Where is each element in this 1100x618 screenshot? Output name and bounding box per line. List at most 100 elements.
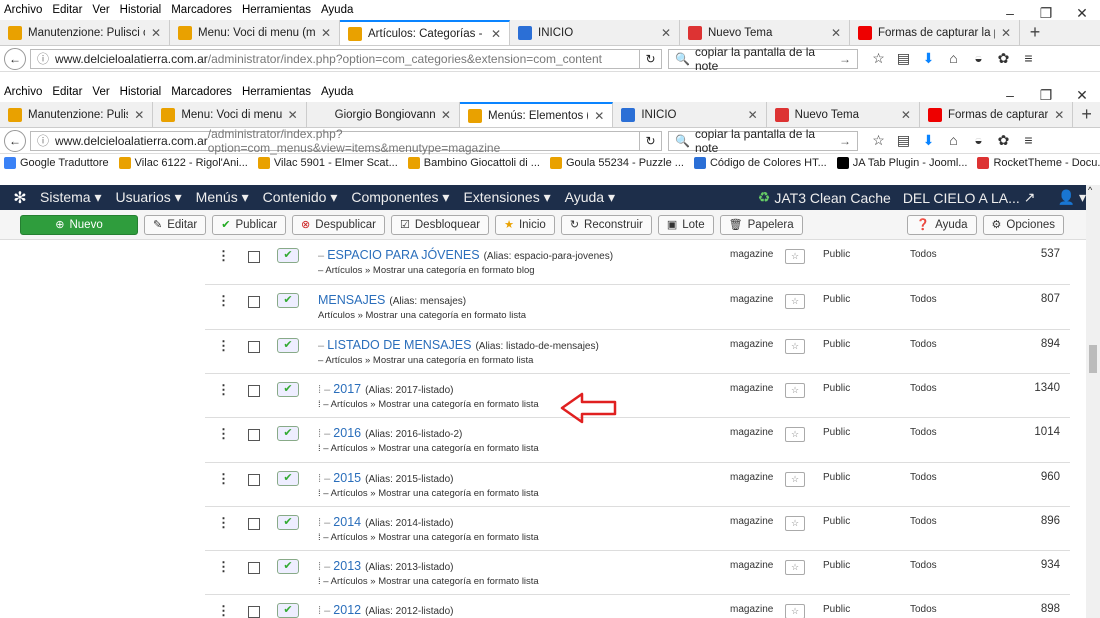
outer-search-field[interactable]: 🔍 copiar la pantalla de la note → (668, 45, 858, 73)
menubar-item[interactable]: Archivo (4, 4, 42, 16)
row-checkbox[interactable] (248, 562, 260, 575)
home-star-icon[interactable]: ☆ (785, 427, 805, 443)
admin-menu-item[interactable]: Usuarios ▾ (116, 189, 182, 206)
browser-tab[interactable]: INICIO ✕ (510, 20, 680, 45)
published-toggle-icon[interactable]: ✔ (277, 559, 299, 575)
bookmark-item[interactable]: Código de Colores HT... (693, 157, 827, 169)
help-button[interactable]: ❓ Ayuda (907, 214, 977, 235)
browser-tab[interactable]: Formas de capturar la... ✕ (920, 102, 1074, 127)
published-toggle-icon[interactable]: ✔ (277, 381, 299, 397)
browser-tab[interactable]: Formas de capturar la pan... ✕ (850, 20, 1020, 45)
home-star-icon[interactable]: ☆ (785, 382, 805, 398)
menubar-item[interactable]: Historial (120, 4, 162, 16)
published-toggle-icon[interactable]: ✔ (277, 514, 299, 530)
browser-tab[interactable]: Menús: Elementos (... ✕ (459, 102, 614, 127)
download-icon[interactable]: ⬇ (916, 50, 941, 67)
reload-icon[interactable]: ↻ (640, 130, 662, 151)
tab-close-icon[interactable]: ✕ (491, 27, 501, 41)
tab-close-icon[interactable]: ✕ (1054, 108, 1064, 122)
drag-handle-icon[interactable]: ⋮ (217, 426, 230, 442)
published-toggle-icon[interactable]: ✔ (277, 293, 299, 309)
menubar-item[interactable]: Ver (92, 86, 109, 98)
inner-search-field[interactable]: 🔍 copiar la pantalla de la note → (668, 127, 858, 155)
tab-close-icon[interactable]: ✕ (1001, 26, 1011, 40)
row-checkbox[interactable] (248, 429, 260, 442)
home-star-icon[interactable]: ☆ (785, 249, 805, 264)
unpublish-button[interactable]: ⊗ Despublicar (292, 214, 385, 235)
browser-tab[interactable]: Manutenzione: Pulisc... ✕ (0, 102, 154, 127)
menubar-item[interactable]: Editar (52, 4, 82, 16)
user-icon[interactable]: 👤 (1058, 189, 1075, 206)
row-title-link[interactable]: ESPACIO PARA JÓVENES (327, 248, 479, 262)
menubar-item[interactable]: Marcadores (171, 86, 232, 98)
batch-button[interactable]: ▣ Lote (657, 214, 714, 235)
admin-menu-item[interactable]: Sistema ▾ (40, 189, 102, 206)
page-scrollbar[interactable]: ^ (1086, 185, 1100, 618)
menubar-item[interactable]: Marcadores (171, 4, 232, 16)
addon-icon[interactable]: ✿ (991, 50, 1016, 67)
row-title-link[interactable]: MENSAJES (318, 293, 385, 307)
bookmark-item[interactable]: Google Traduttore (4, 157, 109, 169)
browser-tab[interactable]: Menu: Voci di menu (mai... ✕ (170, 20, 340, 45)
menubar-item[interactable]: Herramientas (242, 86, 311, 98)
pocket-icon[interactable]: ◒ (966, 132, 991, 149)
drag-handle-icon[interactable]: ⋮ (217, 248, 230, 264)
bookmark-star-icon[interactable]: ☆ (866, 132, 891, 149)
row-checkbox[interactable] (248, 606, 260, 618)
drag-handle-icon[interactable]: ⋮ (217, 382, 230, 398)
tab-close-icon[interactable]: ✕ (134, 108, 144, 122)
bookmark-item[interactable]: JA Tab Plugin - Jooml... (836, 157, 967, 169)
row-title-link[interactable]: 2014 (333, 515, 361, 529)
reload-icon[interactable]: ↻ (640, 48, 662, 69)
row-title-link[interactable]: 2015 (333, 471, 361, 485)
home-button[interactable]: ★ Inicio (495, 214, 555, 235)
back-icon[interactable]: ← (4, 47, 26, 70)
go-arrow-icon[interactable]: → (839, 134, 851, 148)
menu-icon[interactable]: ≡ (1016, 50, 1041, 67)
row-checkbox[interactable] (248, 384, 260, 397)
tab-close-icon[interactable]: ✕ (661, 26, 671, 40)
row-checkbox[interactable] (248, 340, 260, 353)
drag-handle-icon[interactable]: ⋮ (217, 293, 230, 309)
row-title-link[interactable]: 2013 (333, 559, 361, 573)
row-title-link[interactable]: LISTADO DE MENSAJES (327, 338, 471, 352)
scrollbar-thumb[interactable] (1089, 345, 1097, 373)
home-star-icon[interactable]: ☆ (785, 560, 805, 576)
new-button[interactable]: ⊕ Nuevo (20, 214, 138, 235)
rebuild-button[interactable]: ↻ Reconstruir (560, 214, 652, 235)
menubar-item[interactable]: Ayuda (321, 4, 353, 16)
user-menu-caret[interactable]: ▾ (1079, 189, 1086, 206)
menubar-item[interactable]: Historial (120, 86, 162, 98)
admin-menu-item[interactable]: Extensiones ▾ (463, 189, 550, 206)
browser-tab[interactable]: Artículos: Categorías - DE... ✕ (340, 20, 510, 45)
publish-button[interactable]: ✔ Publicar (212, 214, 287, 235)
browser-tab[interactable]: Giorgio Bongiovanni ✕ (307, 102, 460, 127)
close-icon[interactable]: ✕ (1064, 0, 1100, 26)
published-toggle-icon[interactable]: ✔ (277, 603, 299, 618)
options-button[interactable]: ⚙ Opciones (982, 214, 1064, 235)
home-star-icon[interactable]: ☆ (785, 294, 805, 310)
tab-close-icon[interactable]: ✕ (151, 26, 161, 40)
drag-handle-icon[interactable]: ⋮ (217, 515, 230, 531)
row-checkbox[interactable] (248, 296, 260, 309)
menubar-item[interactable]: Ayuda (321, 86, 353, 98)
browser-tab[interactable]: Menu: Voci di menu (... ✕ (153, 102, 307, 127)
browser-tab[interactable]: INICIO ✕ (613, 102, 767, 127)
row-title-link[interactable]: 2016 (333, 426, 361, 440)
menubar-item[interactable]: Herramientas (242, 4, 311, 16)
back-icon[interactable]: ← (4, 129, 26, 152)
pocket-icon[interactable]: ◒ (966, 50, 991, 67)
bookmark-item[interactable]: RocketTheme - Docu... (977, 157, 1100, 169)
browser-tab[interactable]: Nuevo Tema ✕ (767, 102, 920, 127)
published-toggle-icon[interactable]: ✔ (277, 248, 299, 263)
tab-close-icon[interactable]: ✕ (831, 26, 841, 40)
menubar-item[interactable]: Editar (52, 86, 82, 98)
drag-handle-icon[interactable]: ⋮ (217, 338, 230, 354)
published-toggle-icon[interactable]: ✔ (277, 337, 299, 353)
home-star-icon[interactable]: ☆ (785, 471, 805, 487)
menubar-item[interactable]: Archivo (4, 86, 42, 98)
trash-button[interactable]: 🗑 Papelera (719, 214, 803, 235)
admin-menu-item[interactable]: Ayuda ▾ (565, 189, 615, 206)
bookmark-item[interactable]: Vilac 6122 - Rigol'Ani... (118, 157, 248, 169)
scroll-up-icon[interactable]: ^ (1088, 185, 1092, 195)
